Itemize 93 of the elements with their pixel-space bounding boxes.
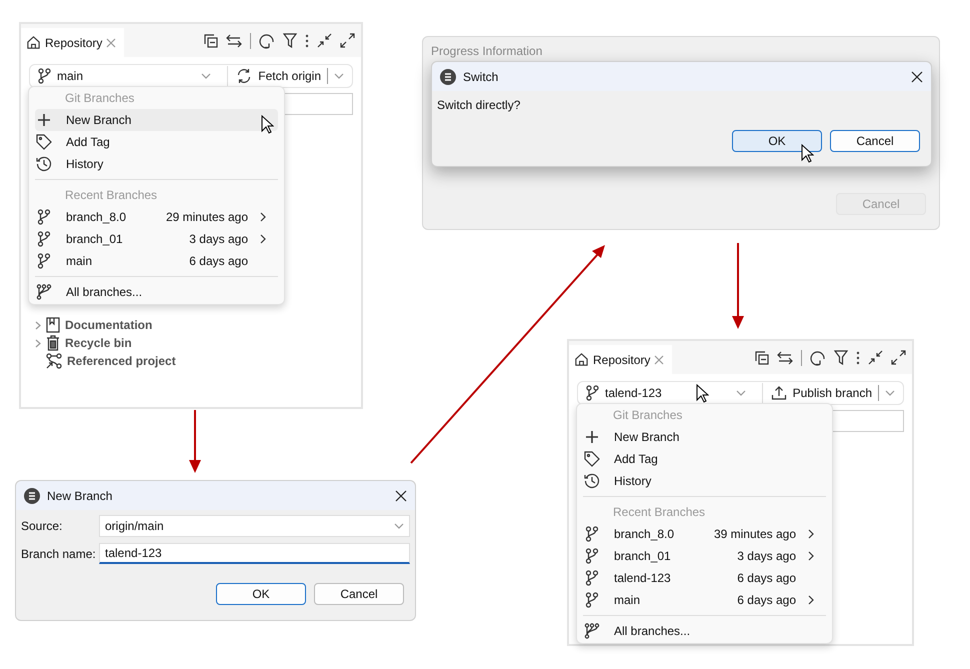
menu-heading: Recent Branches: [65, 187, 158, 204]
branch-icon: [36, 209, 52, 225]
caret-icon: [736, 390, 746, 396]
caret-icon: [394, 523, 404, 529]
branch-icon: [584, 592, 600, 608]
menu-item[interactable]: Add Tag: [583, 448, 826, 470]
caret-icon: [201, 73, 212, 79]
arrow: [189, 410, 201, 473]
dialog-title: Switch: [463, 70, 500, 84]
dialog-button[interactable]: Cancel: [830, 130, 920, 152]
branches-icon: [36, 284, 52, 300]
maximize-icon[interactable]: [891, 350, 906, 365]
caret-icon: [334, 73, 344, 79]
tree-item[interactable]: Documentation: [35, 316, 152, 334]
branch-item[interactable]: main 6 days ago: [35, 250, 278, 272]
tree-item[interactable]: Referenced project: [35, 352, 176, 370]
branches-icon: [584, 623, 600, 639]
menu-heading: Git Branches: [65, 90, 134, 107]
tag-icon: [36, 134, 52, 150]
close-icon[interactable]: [911, 70, 923, 82]
branch-button[interactable]: main: [30, 65, 228, 87]
home-icon: [26, 35, 41, 50]
home-icon: [574, 352, 589, 367]
close-icon[interactable]: [395, 490, 407, 502]
refresh-icon[interactable]: [259, 32, 275, 48]
branch-button[interactable]: talend-123: [578, 382, 762, 404]
branch-item[interactable]: branch_01 3 days ago: [35, 228, 278, 250]
chevron-icon: [808, 551, 814, 561]
link-icon[interactable]: [226, 34, 242, 48]
dialog-button[interactable]: OK: [216, 583, 306, 605]
branch-icon: [36, 231, 52, 247]
repository-tab[interactable]: Repository: [569, 345, 672, 374]
minimize-icon[interactable]: [317, 33, 332, 48]
pointer-icon: [801, 144, 814, 164]
branch-icon: [584, 548, 600, 564]
menu-item[interactable]: History: [583, 470, 826, 492]
menu-item[interactable]: Add Tag: [35, 131, 278, 153]
book-icon: [46, 317, 60, 333]
history-icon: [584, 473, 600, 489]
link-icon[interactable]: [777, 350, 793, 364]
more-icon[interactable]: [856, 350, 860, 364]
caret-icon: [885, 390, 895, 396]
action-button[interactable]: Fetch origin: [228, 65, 352, 87]
field-label: Branch name:: [21, 546, 97, 560]
plus-icon: [36, 113, 52, 127]
minimize-icon[interactable]: [868, 350, 883, 365]
plus-icon: [584, 430, 600, 444]
branch-icon: [584, 570, 600, 586]
chevron-icon: [808, 529, 814, 539]
menu-heading: Git Branches: [613, 407, 682, 424]
trash-icon: [46, 335, 60, 351]
chevron-icon: [808, 595, 814, 605]
dialog-title: New Branch: [47, 488, 114, 502]
branch-item[interactable]: main 6 days ago: [583, 589, 826, 611]
dialog-message: Switch directly?: [436, 97, 522, 114]
branch-item[interactable]: talend-123 6 days ago: [583, 567, 826, 589]
tree-item[interactable]: Recycle bin: [35, 334, 132, 352]
field-label: Source:: [21, 519, 64, 533]
branch-item[interactable]: branch_8.0 39 minutes ago: [583, 523, 826, 545]
tag-icon: [584, 451, 600, 467]
network-icon: [46, 353, 62, 369]
filter-icon[interactable]: [834, 350, 848, 365]
chevron-icon: [260, 234, 266, 244]
more-icon[interactable]: [305, 34, 309, 48]
app-icon: [440, 68, 456, 84]
branch-icon: [586, 385, 599, 401]
app-icon: [24, 488, 40, 504]
filter-icon[interactable]: [283, 33, 297, 48]
maximize-icon[interactable]: [340, 33, 355, 48]
menu-item[interactable]: History: [35, 153, 278, 175]
menu-item[interactable]: New Branch: [35, 109, 278, 131]
branch-icon: [36, 253, 52, 269]
chevron-icon: [260, 212, 266, 222]
upload-icon: [770, 385, 787, 401]
branch-item[interactable]: branch_8.0 29 minutes ago: [35, 206, 278, 228]
menu-heading: Recent Branches: [613, 504, 706, 521]
repository-tab[interactable]: Repository: [21, 28, 124, 57]
menu-item[interactable]: All branches...: [35, 281, 278, 303]
sync-icon: [236, 68, 252, 84]
branch-item[interactable]: branch_01 3 days ago: [583, 545, 826, 567]
collapse-all-icon[interactable]: [755, 350, 769, 364]
refresh-icon[interactable]: [810, 350, 826, 366]
branch-icon: [584, 526, 600, 542]
collapse-all-icon[interactable]: [204, 34, 218, 48]
dialog-button[interactable]: Cancel: [314, 583, 404, 605]
history-icon: [36, 156, 52, 172]
source-dropdown[interactable]: origin/main: [99, 515, 410, 537]
branch-name-field[interactable]: talend-123: [99, 543, 410, 564]
menu-item[interactable]: New Branch: [583, 426, 826, 448]
dialog-title: Progress Information: [430, 43, 544, 60]
menu-item[interactable]: All branches...: [583, 620, 826, 642]
action-button[interactable]: Publish branch: [762, 382, 903, 404]
branch-icon: [38, 68, 51, 84]
